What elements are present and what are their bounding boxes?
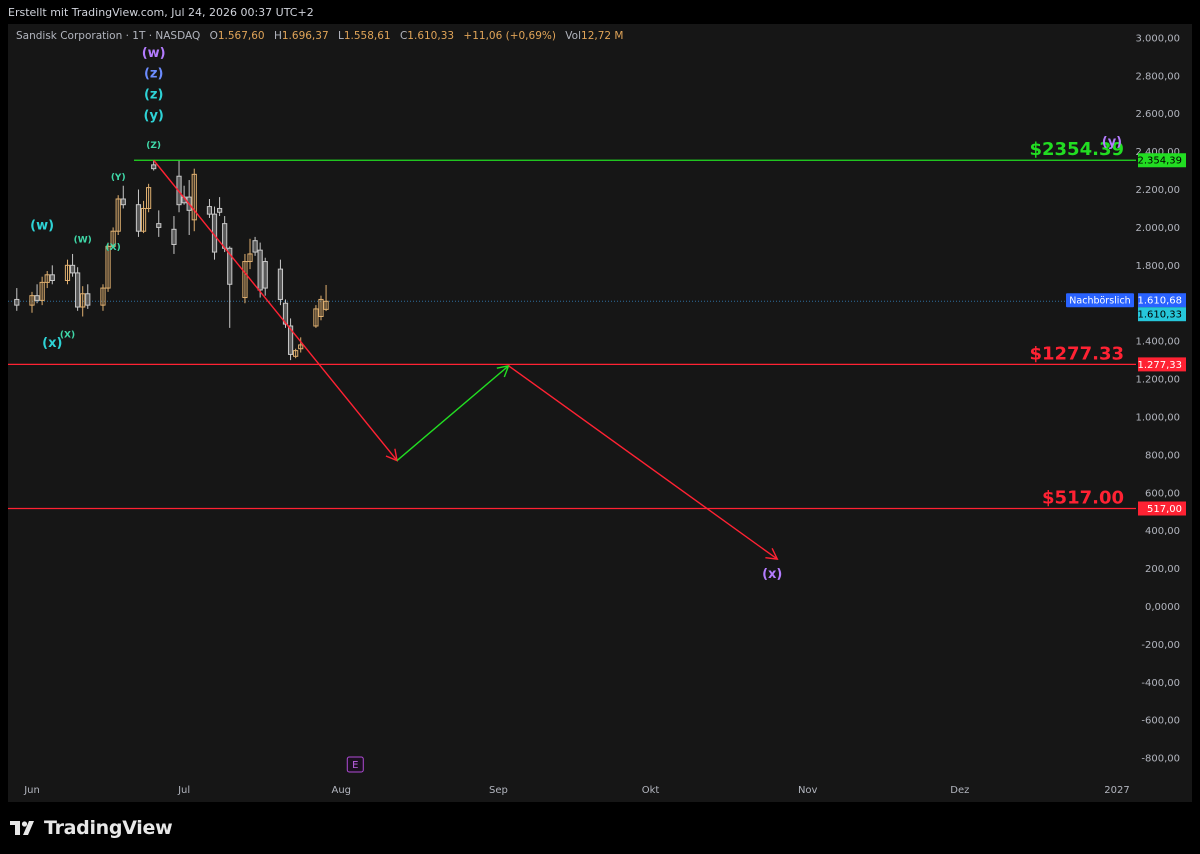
wave-label: (Y)	[111, 173, 126, 183]
axis-badge-text-resistance: 2.354,39	[1137, 156, 1182, 167]
y-tick-label: 2.600,00	[1135, 109, 1180, 120]
projection-line-3	[508, 365, 778, 560]
earnings-event-label: E	[352, 760, 358, 771]
y-tick-label: 3.000,00	[1135, 33, 1180, 44]
level-label-support-1: $1277.33	[1029, 343, 1124, 364]
candle-body	[120, 198, 126, 206]
candle-body	[216, 207, 223, 213]
bottom-bar	[0, 802, 1200, 854]
top-bar: Erstellt mit TradingView.com, Jul 24, 20…	[0, 0, 1200, 24]
y-tick-label: -200,00	[1141, 640, 1180, 651]
candle-body	[75, 272, 81, 308]
candle-body	[257, 249, 263, 291]
tradingview-logo-icon	[10, 821, 34, 835]
y-tick-label: 2.000,00	[1135, 223, 1180, 234]
y-tick-label: 1.400,00	[1135, 337, 1180, 348]
wave-label: (z)	[144, 88, 163, 103]
open-value: 1.567,60	[217, 30, 265, 42]
candle-body	[69, 264, 76, 274]
change-value: +11,06 (+0,69%)	[463, 30, 556, 42]
y-tick-label: 2.200,00	[1135, 185, 1180, 196]
y-tick-label: 400,00	[1145, 526, 1180, 537]
candle-body	[49, 274, 55, 281]
y-tick-label: 1.800,00	[1135, 261, 1180, 272]
x-tick-label: Sep	[489, 785, 508, 796]
after-hours-price-text: 1.610,68	[1137, 296, 1182, 307]
chart-canvas[interactable]: 3.000,002.800,002.600,002.400,002.200,00…	[8, 24, 1192, 802]
candle-body	[151, 164, 157, 170]
x-tick-label: Jun	[23, 785, 40, 796]
wave-label: (W)	[74, 236, 92, 246]
y-tick-label: 800,00	[1145, 450, 1180, 461]
candle-body	[156, 223, 162, 228]
open-label: O	[209, 30, 218, 42]
close-value: 1.610,33	[407, 30, 455, 42]
y-tick-label: -800,00	[1141, 754, 1180, 765]
candle-body	[206, 206, 213, 215]
volume-label: Vol	[565, 30, 582, 42]
tradingview-wordmark: TradingView	[44, 817, 173, 839]
tradingview-brand[interactable]: TradingView	[10, 817, 173, 839]
wave-label: (y)	[1102, 135, 1122, 150]
x-tick-label: Okt	[642, 785, 660, 796]
candle-body	[171, 228, 177, 245]
y-tick-label: 200,00	[1145, 564, 1180, 575]
candle-body	[135, 204, 142, 232]
y-tick-label: 1.000,00	[1135, 412, 1180, 423]
y-tick-label: -600,00	[1141, 716, 1180, 727]
axis-badge-text-support-2: 517,00	[1147, 504, 1182, 515]
level-label-support-2: $517.00	[1042, 488, 1124, 509]
projection-line-2	[396, 365, 510, 462]
candle-body	[34, 295, 40, 301]
candle-body	[222, 223, 228, 249]
candle-body	[85, 293, 91, 306]
candle-body	[277, 268, 284, 300]
candle-body	[262, 261, 268, 289]
x-tick-label: 2027	[1104, 785, 1129, 796]
created-with-text: Erstellt mit TradingView.com, Jul 24, 20…	[8, 6, 314, 19]
last-price-text: 1.610,33	[1137, 310, 1182, 321]
wave-label: (x)	[762, 567, 782, 582]
wave-label: (X)	[60, 330, 75, 340]
wave-label: (w)	[142, 46, 166, 61]
volume-value: 12,72 M	[581, 30, 624, 42]
wave-label: (y)	[144, 108, 164, 123]
projection-line-1	[153, 159, 398, 461]
x-tick-label: Nov	[798, 785, 818, 796]
x-tick-label: Jul	[177, 785, 190, 796]
wave-label: (Z)	[146, 141, 161, 151]
symbol-name: Sandisk Corporation · 1T · NASDAQ	[16, 30, 201, 42]
x-tick-label: Aug	[332, 785, 352, 796]
chart-panel[interactable]: 3.000,00 2.800,00 2.600,00 2.400,00 2.200,00…	[8, 24, 1192, 802]
axis-badge-text-support-1: 1.277,33	[1137, 360, 1182, 371]
y-tick-label: 600,00	[1145, 488, 1180, 499]
low-value: 1.558,61	[343, 30, 391, 42]
candle-body	[252, 240, 258, 253]
wave-label: (z)	[144, 67, 163, 82]
y-tick-label: 1.200,00	[1135, 375, 1180, 386]
symbol-legend: Sandisk Corporation · 1T · NASDAQ O1.567…	[16, 30, 623, 42]
x-tick-label: Dez	[950, 785, 969, 796]
y-tick-label: 2.800,00	[1135, 71, 1180, 82]
high-value: 1.696,37	[281, 30, 329, 42]
high-label: H	[273, 30, 282, 42]
after-hours-tag-text: Nachbörslich	[1069, 296, 1130, 307]
wave-label: (w)	[30, 218, 54, 233]
candle-body	[14, 298, 20, 306]
wave-label: (X)	[106, 243, 121, 253]
y-tick-label: 0,0000	[1145, 602, 1180, 613]
y-tick-label: -400,00	[1141, 678, 1180, 689]
